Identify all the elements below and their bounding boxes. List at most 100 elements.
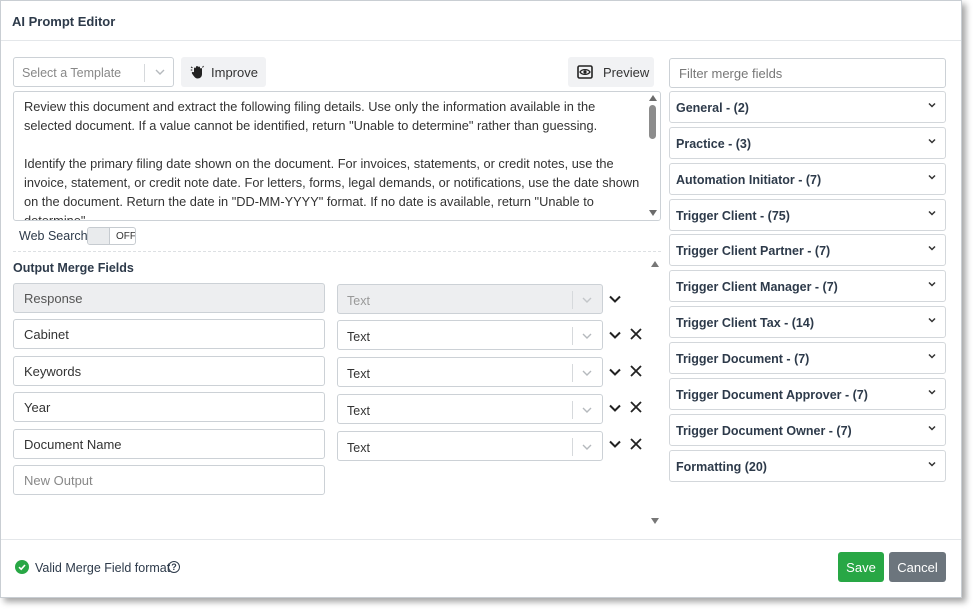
scroll-down-arrow-icon[interactable] [649, 210, 657, 216]
prompt-paragraph: Review this document and extract the fol… [24, 99, 598, 133]
output-name-input[interactable] [13, 319, 325, 349]
preview-button[interactable]: Preview [568, 57, 654, 87]
output-type-select[interactable]: Text [337, 320, 603, 350]
chevron-down-icon[interactable] [580, 439, 594, 455]
output-type-value: Text [347, 330, 370, 344]
close-icon[interactable] [629, 400, 643, 414]
scroll-up-arrow-icon[interactable] [649, 95, 657, 101]
chevron-down-icon[interactable] [153, 64, 167, 80]
validation-status: Valid Merge Field format [35, 561, 171, 575]
chevron-down-icon[interactable] [580, 402, 594, 418]
close-icon[interactable] [629, 327, 643, 341]
output-name-input[interactable] [13, 392, 325, 422]
merge-field-group[interactable]: Trigger Document Approver - (7) [669, 378, 946, 410]
scroll-down-arrow-icon[interactable] [651, 518, 659, 524]
output-name-input[interactable] [13, 429, 325, 459]
select-separator [572, 327, 573, 345]
chevron-down-icon [928, 389, 936, 395]
new-output-input[interactable] [13, 465, 325, 495]
chevron-down-icon [928, 461, 936, 467]
prompt-paragraph: Identify the primary filing date shown o… [24, 156, 640, 221]
output-type-value: Text [347, 404, 370, 418]
merge-field-group[interactable]: Trigger Client Partner - (7) [669, 234, 946, 266]
output-type-value: Text [347, 294, 370, 308]
section-divider [13, 251, 661, 252]
chevron-down-icon [928, 281, 936, 287]
chevron-down-icon [928, 245, 936, 251]
chevron-down-icon [582, 297, 592, 303]
toggle-state: OFF [116, 231, 136, 242]
filter-merge-fields-input[interactable] [669, 58, 946, 88]
merge-field-group-label: Trigger Document Owner - (7) [676, 424, 852, 438]
output-name-input[interactable] [13, 356, 325, 386]
merge-field-group-label: Trigger Client - (75) [676, 209, 790, 223]
prompt-scrollbar[interactable] [646, 92, 660, 220]
preview-button-label: Preview [603, 65, 650, 80]
merge-field-group-label: Trigger Document Approver - (7) [676, 388, 868, 402]
merge-field-group-label: General - (2) [676, 101, 749, 115]
chevron-down-icon[interactable] [580, 328, 594, 344]
template-select[interactable]: Select a Template [13, 57, 174, 87]
toggle-knob [88, 228, 110, 244]
merge-field-group-label: Practice - (3) [676, 137, 752, 151]
hand-sparkle-icon [190, 65, 204, 79]
expand-chevron-icon[interactable] [607, 400, 623, 416]
merge-field-group-label: Trigger Client Tax - (14) [676, 316, 814, 330]
merge-field-group-label: Trigger Client Manager - (7) [676, 280, 838, 294]
dialog-title: AI Prompt Editor [12, 14, 116, 29]
output-merge-fields-title: Output Merge Fields [13, 261, 134, 275]
scroll-thumb[interactable] [649, 105, 656, 139]
save-button[interactable]: Save [838, 552, 884, 582]
chevron-down-icon [928, 102, 936, 108]
close-icon[interactable] [629, 437, 643, 451]
merge-field-group[interactable]: General - (2) [669, 91, 946, 123]
merge-field-group[interactable]: Trigger Document Owner - (7) [669, 414, 946, 446]
chevron-down-icon [928, 317, 936, 323]
template-select-placeholder: Select a Template [22, 66, 122, 80]
chevron-down-icon [928, 353, 936, 359]
prompt-text: Review this document and extract the fol… [24, 97, 644, 221]
merge-field-group[interactable]: Trigger Client Tax - (14) [669, 306, 946, 338]
merge-field-group[interactable]: Trigger Client Manager - (7) [669, 270, 946, 302]
improve-button-label: Improve [211, 65, 258, 80]
output-type-value: Text [347, 441, 370, 455]
merge-field-group[interactable]: Practice - (3) [669, 127, 946, 159]
output-type-select[interactable]: Text [337, 357, 603, 387]
merge-field-group[interactable]: Trigger Document - (7) [669, 342, 946, 374]
web-search-toggle[interactable]: OFF [87, 227, 136, 245]
title-bar: AI Prompt Editor [1, 1, 961, 41]
eye-icon [577, 65, 593, 79]
expand-chevron-icon[interactable] [607, 364, 623, 380]
merge-field-group-label: Trigger Document - (7) [676, 352, 810, 366]
merge-field-group-label: Trigger Client Partner - (7) [676, 244, 831, 258]
close-icon[interactable] [629, 364, 643, 378]
expand-chevron-icon[interactable] [607, 436, 623, 452]
chevron-down-icon [928, 138, 936, 144]
cancel-button[interactable]: Cancel [889, 552, 946, 582]
select-separator [144, 64, 145, 82]
chevron-down-icon [928, 174, 936, 180]
merge-field-group[interactable]: Formatting (20) [669, 450, 946, 482]
output-name-input [13, 283, 325, 313]
ai-prompt-editor-dialog: AI Prompt Editor Select a Template Impro… [0, 0, 962, 598]
footer-divider [1, 539, 961, 540]
output-type-select[interactable]: Text [337, 431, 603, 461]
check-circle-icon [15, 560, 29, 574]
improve-button[interactable]: Improve [181, 57, 266, 87]
merge-field-group[interactable]: Automation Initiator - (7) [669, 163, 946, 195]
select-separator [572, 291, 573, 309]
output-type-select: Text [337, 284, 603, 314]
select-separator [572, 401, 573, 419]
chevron-down-icon [928, 425, 936, 431]
chevron-down-icon[interactable] [580, 365, 594, 381]
merge-field-group[interactable]: Trigger Client - (75) [669, 199, 946, 231]
chevron-down-icon [928, 210, 936, 216]
web-search-label: Web Search [19, 229, 88, 243]
output-type-select[interactable]: Text [337, 394, 603, 424]
scroll-up-arrow-icon[interactable] [651, 261, 659, 267]
prompt-textarea[interactable]: Review this document and extract the fol… [13, 91, 661, 221]
merge-field-group-label: Formatting (20) [676, 460, 767, 474]
expand-chevron-icon[interactable] [607, 291, 623, 307]
expand-chevron-icon[interactable] [607, 327, 623, 343]
question-circle-icon[interactable]: ? [168, 561, 180, 573]
